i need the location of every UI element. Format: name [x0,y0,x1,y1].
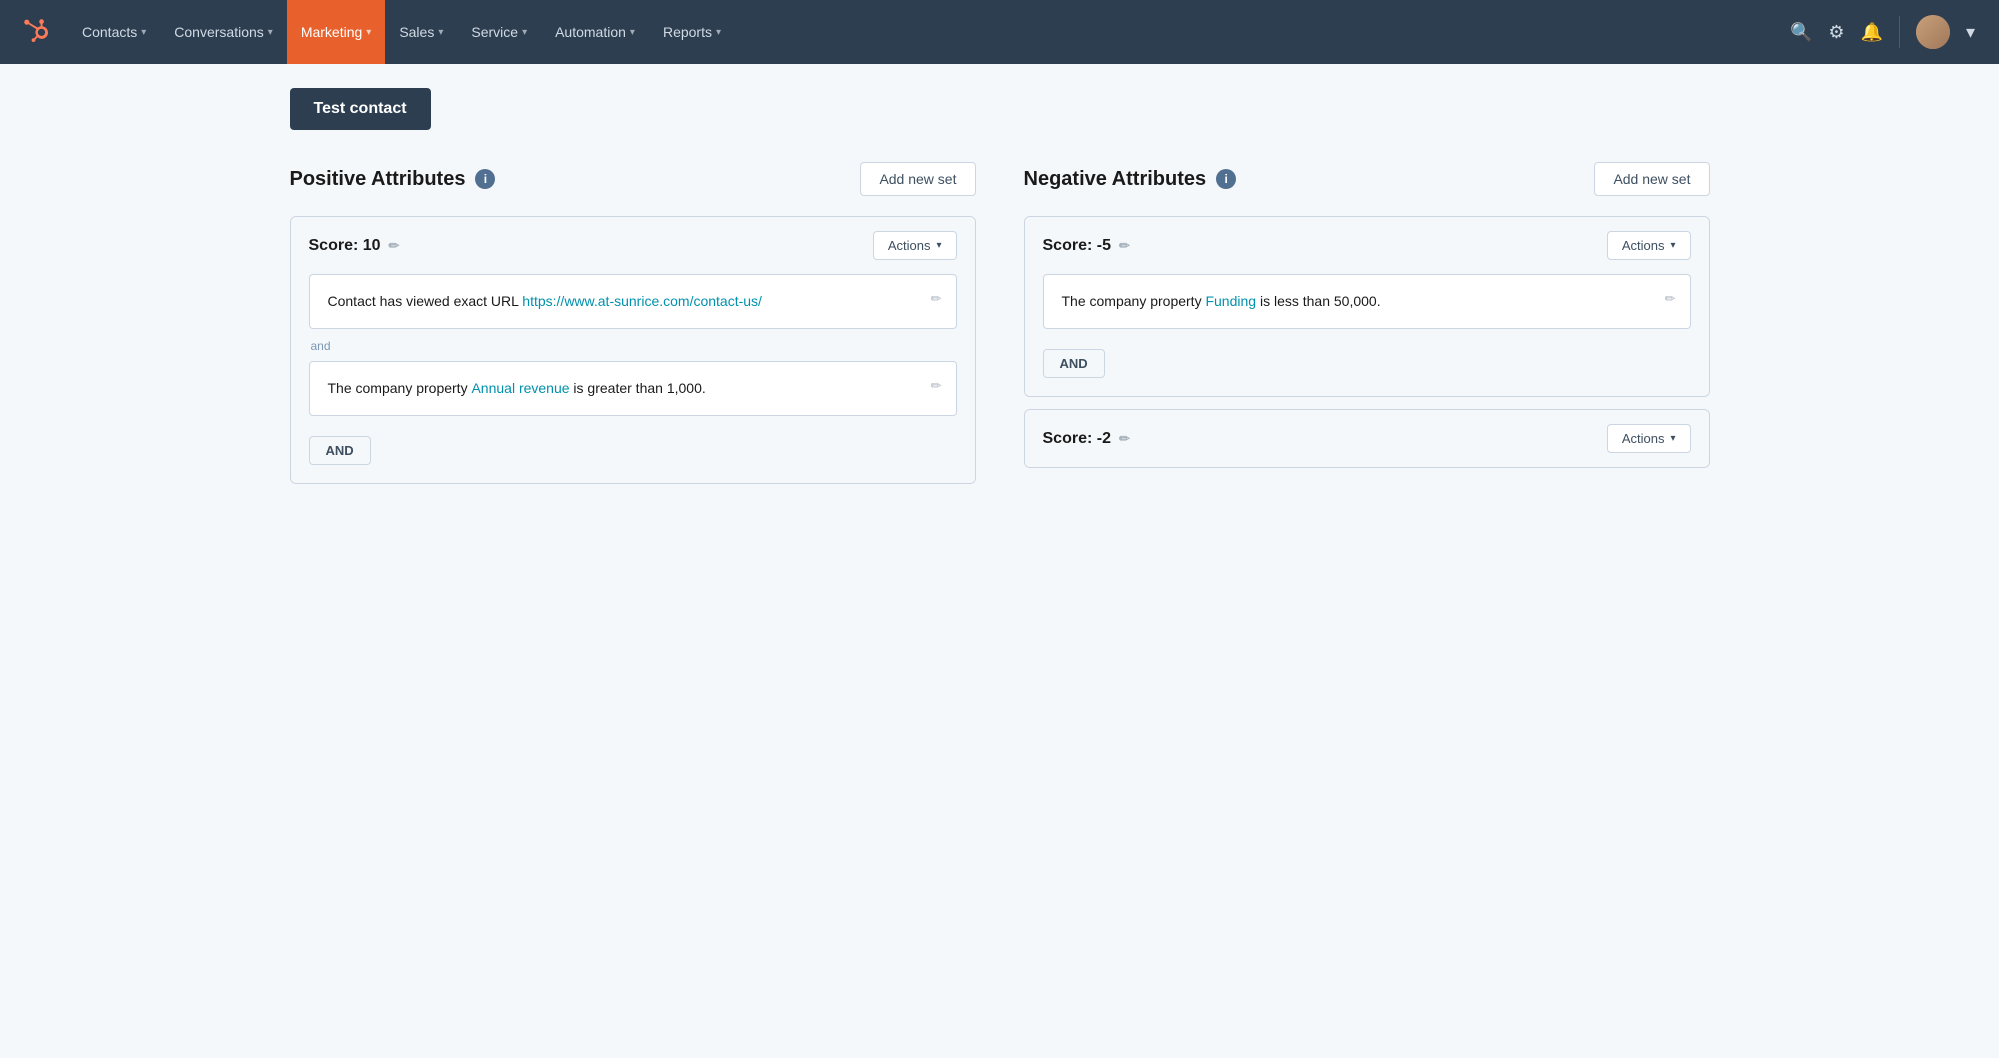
chevron-down-icon: ▾ [716,27,721,38]
nav-item-automation[interactable]: Automation ▾ [541,0,649,64]
positive-info-icon[interactable]: i [475,169,495,189]
and-connector: and [309,339,957,353]
positive-section-header: Positive Attributes i Add new set [290,162,976,196]
negative-score-edit-icon-2[interactable]: ✏ [1119,431,1130,447]
positive-title-group: Positive Attributes i [290,168,496,191]
positive-rule-card-1: Contact has viewed exact URL https://www… [309,274,957,329]
negative-score-set-1: Score: -5 ✏ Actions ▾ The company proper… [1024,216,1710,397]
rule-link-url[interactable]: https://www.at-sunrice.com/contact-us/ [522,293,762,309]
nav-right: 🔍 ⚙ 🔔 ▾ [1790,15,1983,49]
negative-actions-chevron-icon-2: ▾ [1670,433,1675,444]
nav-item-reports[interactable]: Reports ▾ [649,0,735,64]
chevron-down-icon: ▾ [366,27,371,38]
negative-rule-edit-icon-1[interactable]: ✏ [1665,289,1676,309]
search-button[interactable]: 🔍 [1790,22,1812,43]
positive-score-label-1: Score: 10 ✏ [309,237,400,255]
chevron-down-icon: ▾ [522,27,527,38]
rule-edit-icon-1[interactable]: ✏ [931,289,942,309]
account-chevron[interactable]: ▾ [1966,22,1975,43]
negative-score-header-1: Score: -5 ✏ Actions ▾ [1025,217,1709,274]
chevron-down-icon: ▾ [438,27,443,38]
negative-attributes-section: Negative Attributes i Add new set Score:… [1024,162,1710,496]
score-edit-icon[interactable]: ✏ [389,238,400,254]
negative-score-edit-icon-1[interactable]: ✏ [1119,238,1130,254]
negative-section-title: Negative Attributes [1024,168,1207,191]
negative-section-header: Negative Attributes i Add new set [1024,162,1710,196]
negative-rule-card-1: The company property Funding is less tha… [1043,274,1691,329]
nav-item-contacts[interactable]: Contacts ▾ [68,0,160,64]
rule-link-annual-revenue[interactable]: Annual revenue [471,380,569,396]
chevron-down-icon: ▾ [630,27,635,38]
nav-item-sales[interactable]: Sales ▾ [385,0,457,64]
nav-item-marketing[interactable]: Marketing ▾ [287,0,386,64]
negative-rules-area-1: The company property Funding is less tha… [1025,274,1709,396]
nav-items: Contacts ▾ Conversations ▾ Marketing ▾ S… [68,0,1790,64]
negative-info-icon[interactable]: i [1216,169,1236,189]
positive-rules-area-1: Contact has viewed exact URL https://www… [291,274,975,483]
negative-score-label-1: Score: -5 ✏ [1043,237,1130,255]
positive-section-title: Positive Attributes [290,168,466,191]
chevron-down-icon: ▾ [141,27,146,38]
positive-actions-button-1[interactable]: Actions ▾ [873,231,957,260]
positive-score-set-1: Score: 10 ✏ Actions ▾ Contact has viewed… [290,216,976,484]
navbar: Contacts ▾ Conversations ▾ Marketing ▾ S… [0,0,1999,64]
negative-add-new-set-button[interactable]: Add new set [1594,162,1709,196]
rule-link-funding[interactable]: Funding [1205,293,1256,309]
chevron-down-icon: ▾ [268,27,273,38]
positive-attributes-section: Positive Attributes i Add new set Score:… [290,162,976,496]
positive-and-button-1[interactable]: AND [309,436,371,465]
negative-score-header-2: Score: -2 ✏ Actions ▾ [1025,410,1709,467]
settings-button[interactable]: ⚙ [1828,22,1844,43]
hubspot-logo[interactable] [16,10,60,54]
positive-rule-card-2: The company property Annual revenue is g… [309,361,957,416]
positive-score-header-1: Score: 10 ✏ Actions ▾ [291,217,975,274]
rule-edit-icon-2[interactable]: ✏ [931,376,942,396]
negative-actions-button-2[interactable]: Actions ▾ [1607,424,1691,453]
page-title-button[interactable]: Test contact [290,88,431,130]
negative-actions-button-1[interactable]: Actions ▾ [1607,231,1691,260]
negative-title-group: Negative Attributes i [1024,168,1237,191]
negative-actions-chevron-icon-1: ▾ [1670,240,1675,251]
attributes-columns: Positive Attributes i Add new set Score:… [290,162,1710,496]
notifications-button[interactable]: 🔔 [1861,22,1883,43]
actions-chevron-icon: ▾ [936,240,941,251]
positive-add-new-set-button[interactable]: Add new set [860,162,975,196]
nav-item-conversations[interactable]: Conversations ▾ [160,0,287,64]
avatar-image [1916,15,1950,49]
avatar[interactable] [1916,15,1950,49]
page-container: Test contact Positive Attributes i Add n… [250,64,1750,520]
nav-divider [1899,16,1900,48]
nav-item-service[interactable]: Service ▾ [457,0,541,64]
negative-and-button-1[interactable]: AND [1043,349,1105,378]
negative-score-label-2: Score: -2 ✏ [1043,430,1130,448]
negative-score-set-2: Score: -2 ✏ Actions ▾ [1024,409,1710,468]
